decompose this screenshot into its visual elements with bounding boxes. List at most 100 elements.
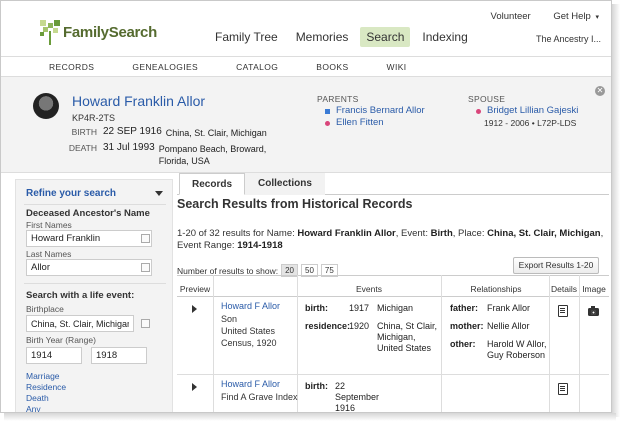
per-page-label: Number of results to show: (177, 265, 279, 276)
table-row[interactable]: Howard F Allor Find A Grave Index birth:… (177, 375, 609, 413)
frame-shadow (612, 4, 620, 417)
first-names-label: First Names (26, 220, 72, 230)
details-icon[interactable] (558, 305, 568, 317)
expand-arrow-icon[interactable] (192, 383, 197, 391)
col-image: Image (582, 284, 606, 294)
sub-nav: RECORDS GENEALOGIES CATALOG BOOKS WIKI (1, 56, 611, 77)
birth-year-from-input[interactable] (26, 347, 82, 364)
birthplace-input[interactable] (26, 315, 134, 332)
record-name-link[interactable]: Howard F Allor (221, 301, 280, 311)
marriage-link[interactable]: Marriage (26, 371, 60, 381)
relationship-value: Harold W Allor, Guy Roberson (487, 339, 547, 360)
record-name-link[interactable]: Howard F Allor (221, 379, 280, 389)
spouse-label: SPOUSE (468, 94, 506, 104)
col-details: Details (551, 284, 577, 294)
avatar (33, 93, 59, 119)
event-place: China, St Clair, Michigan, United States (377, 321, 438, 353)
nav-search[interactable]: Search (360, 27, 411, 47)
person-card: Howard Franklin Allor KP4R-2TS BIRTH 22 … (1, 77, 611, 173)
divider (24, 283, 166, 284)
table-row[interactable]: Howard F Allor Son United States Census,… (177, 297, 609, 375)
brand-name: FamilySearch (63, 23, 157, 41)
tree-logo-icon (39, 19, 61, 45)
parents-label: PARENTS (317, 94, 359, 104)
record-subtitle: Son United States Census, 1920 (221, 314, 277, 348)
refine-search-toggle[interactable]: Refine your search (26, 188, 116, 199)
tab-collections[interactable]: Collections (245, 173, 325, 195)
birth-label: BIRTH (71, 127, 97, 137)
exact-last-checkbox[interactable] (141, 263, 150, 272)
divider (24, 204, 166, 205)
top-links: Volunteer Get Help ▾ (471, 11, 599, 22)
details-icon[interactable] (558, 383, 568, 395)
refine-sidebar: Refine your search Deceased Ancestor's N… (15, 179, 173, 412)
spouse-section: SPOUSE Bridget Lillian Gajeski 1912 - 20… (468, 94, 578, 128)
mother-link[interactable]: Ellen Fitten (336, 117, 384, 129)
exact-birthplace-checkbox[interactable] (141, 319, 150, 328)
nav-family-tree[interactable]: Family Tree (209, 27, 284, 47)
camera-icon[interactable] (588, 306, 599, 316)
tab-records[interactable]: Records (179, 173, 245, 195)
main-nav: Family Tree Memories Search Indexing (209, 27, 480, 47)
birthplace-label: Birthplace (26, 304, 64, 314)
subnav-genealogies[interactable]: GENEALOGIES (132, 62, 198, 72)
export-results-button[interactable]: Export Results 1-20 (513, 257, 599, 274)
chevron-down-icon: ▾ (595, 14, 599, 21)
relationship-value: Frank Allor (487, 303, 531, 313)
header-tagline: The Ancestry I... (535, 34, 601, 44)
death-link[interactable]: Death (26, 393, 49, 403)
person-vitals: BIRTH 22 SEP 1916 China, St. Clair, Mich… (64, 126, 346, 170)
event-date: 22 September 1916 (335, 381, 380, 413)
relationship-label: father: (450, 303, 479, 313)
results-summary: 1-20 of 32 results for Name: Howard Fran… (177, 228, 604, 251)
last-names-label: Last Names (26, 249, 72, 259)
close-icon[interactable]: ✕ (595, 86, 605, 96)
female-icon (476, 108, 481, 114)
results-table: Preview Events Relationships Details Ima… (177, 275, 609, 413)
caret-down-icon[interactable] (155, 191, 163, 196)
event-label: birth: (305, 381, 328, 391)
get-help-link[interactable]: Get Help ▾ (553, 11, 599, 22)
col-preview: Preview (179, 284, 211, 294)
nav-indexing[interactable]: Indexing (416, 27, 473, 47)
event-label: birth: (305, 303, 328, 313)
subnav-books[interactable]: BOOKS (316, 62, 348, 72)
relationship-label: mother: (450, 321, 484, 331)
results-tabs: Records Collections (177, 173, 609, 195)
birth-year-label: Birth Year (Range) (26, 335, 96, 345)
relationship-value: Nellie Allor (487, 321, 530, 331)
event-year: 1920 (349, 321, 370, 331)
residence-link[interactable]: Residence (26, 382, 66, 392)
first-names-input[interactable] (26, 230, 152, 247)
death-label: DEATH (68, 143, 97, 153)
life-event-title: Search with a life event: (26, 290, 135, 301)
female-icon (325, 120, 330, 126)
death-place: Pompano Beach, Broward, Florida, USA (158, 144, 267, 166)
birth-year-to-input[interactable] (91, 347, 147, 364)
subnav-wiki[interactable]: WIKI (387, 62, 407, 72)
volunteer-link[interactable]: Volunteer (491, 11, 531, 22)
parents-section: PARENTS Francis Bernard Allor Ellen Fitt… (317, 94, 425, 129)
death-date: 31 Jul 1993 (103, 142, 155, 153)
familysearch-logo[interactable]: FamilySearch (39, 19, 157, 45)
male-icon (325, 108, 330, 114)
last-names-input[interactable] (26, 259, 152, 276)
relationship-label: other: (450, 339, 476, 349)
person-name[interactable]: Howard Franklin Allor (72, 93, 205, 109)
table-header: Preview Events Relationships Details Ima… (177, 275, 609, 297)
event-year: 1917 (349, 303, 370, 313)
father-link[interactable]: Francis Bernard Allor (336, 105, 425, 117)
event-place: Michigan (377, 303, 414, 313)
col-relationships: Relationships (470, 284, 522, 294)
subnav-records[interactable]: RECORDS (49, 62, 94, 72)
subnav-catalog[interactable]: CATALOG (236, 62, 278, 72)
record-subtitle: Find A Grave Index (221, 392, 298, 402)
spouse-link[interactable]: Bridget Lillian Gajeski (487, 105, 578, 117)
person-id: KP4R-2TS (72, 113, 116, 123)
exact-first-checkbox[interactable] (141, 234, 150, 243)
any-link[interactable]: Any (26, 404, 41, 412)
nav-memories[interactable]: Memories (290, 27, 355, 47)
event-label: residence: (305, 321, 351, 331)
expand-arrow-icon[interactable] (192, 305, 197, 313)
page-title: Search Results from Historical Records (177, 197, 413, 211)
